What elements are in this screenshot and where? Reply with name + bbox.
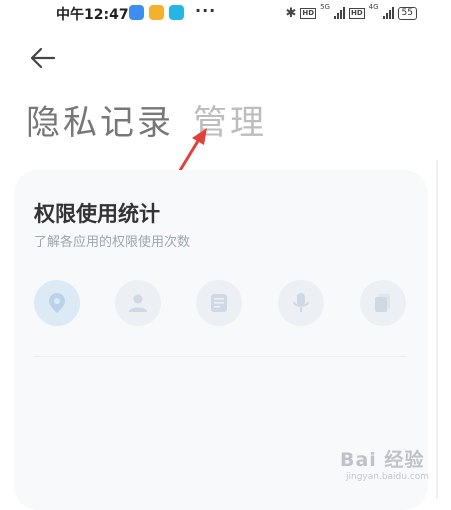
page-title: 隐私记录: [26, 103, 174, 143]
scrollbar-track: [436, 160, 438, 499]
watermark-logo: Bai 经验: [340, 449, 425, 471]
watermark: Bai 经验 jingyan.baidu.com: [340, 445, 429, 482]
network-type-label: 5G: [320, 3, 330, 11]
location-icon: [49, 293, 65, 313]
hd-badge: HD: [300, 7, 317, 19]
storage-permission-button[interactable]: [360, 280, 406, 326]
status-time: 中午12:47: [56, 7, 129, 23]
sms-permission-button[interactable]: [196, 280, 242, 326]
microphone-icon: [293, 293, 309, 312]
app-notification-icon: [149, 5, 164, 20]
app-notification-icon: [129, 5, 144, 20]
card-divider: [34, 356, 406, 357]
status-indicators: ✱ HD 5G HD 4G 55: [286, 4, 417, 22]
location-permission-button[interactable]: [34, 280, 80, 326]
storage-icon: [375, 294, 390, 312]
bluetooth-icon: ✱: [285, 5, 297, 21]
network-type-label: 4G: [368, 3, 379, 11]
status-bar: 中午12:47 ··· ✱ HD 5G HD 4G 55: [0, 0, 451, 28]
sms-icon: [211, 294, 227, 312]
more-notifications-icon: ···: [195, 1, 217, 20]
watermark-url: jingyan.baidu.com: [346, 472, 430, 482]
signal-icon: [382, 7, 394, 19]
app-notification-icon: [169, 5, 184, 20]
contacts-icon: [129, 294, 147, 312]
card-subtitle: 了解各应用的权限使用次数: [34, 235, 191, 250]
contacts-permission-button[interactable]: [115, 280, 161, 326]
card-title: 权限使用统计: [34, 202, 160, 226]
signal-icon: [333, 7, 345, 19]
hd-badge: HD: [348, 7, 365, 19]
back-button[interactable]: [28, 44, 58, 72]
arrow-left-icon: [30, 47, 56, 69]
permission-icons-row: [34, 280, 406, 326]
microphone-permission-button[interactable]: [278, 280, 324, 326]
battery-icon: 55: [397, 6, 417, 20]
